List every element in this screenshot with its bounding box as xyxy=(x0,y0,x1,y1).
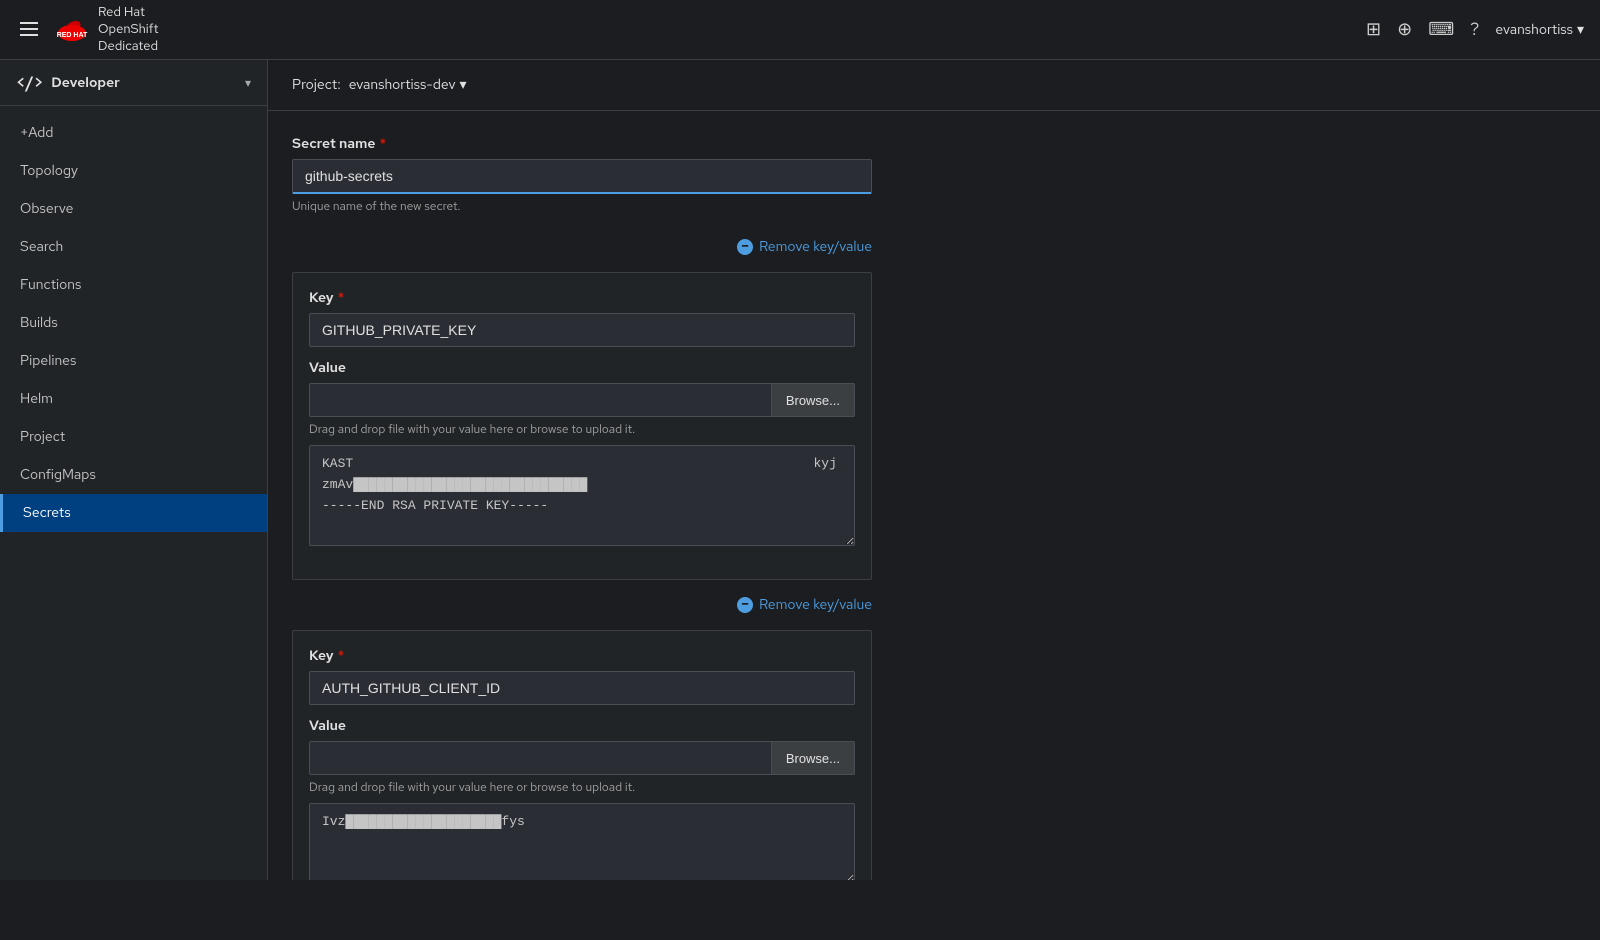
project-label: Project: xyxy=(292,76,341,94)
user-menu[interactable]: evanshortiss ▾ xyxy=(1495,21,1584,39)
value2-browse-row: Browse... xyxy=(309,741,855,775)
sidebar-item-functions[interactable]: Functions xyxy=(0,266,267,304)
sidebar-item-pipelines[interactable]: Pipelines xyxy=(0,342,267,380)
secret-name-label: Secret name * xyxy=(292,135,1144,153)
sidebar: </> Developer ▾ +Add Topology Observe Se… xyxy=(0,60,268,880)
key-value-pair-2: − Remove key/value Key * xyxy=(292,596,1144,880)
value1-browse-row: Browse... xyxy=(309,383,855,417)
value-row-1: Value Browse... Drag and drop file with … xyxy=(309,359,855,551)
value1-textarea[interactable]: KAST kyj zmAv<span style="background:red… xyxy=(309,445,855,546)
terminal-icon[interactable]: ⌨ xyxy=(1428,18,1454,41)
key2-input[interactable] xyxy=(309,671,855,705)
sidebar-context-label: Developer xyxy=(51,74,120,92)
brand: RED HAT Red Hat OpenShift Dedicated xyxy=(54,4,159,55)
svg-text:RED HAT: RED HAT xyxy=(57,32,88,39)
form-area: Secret name * Unique name of the new sec… xyxy=(268,111,1168,880)
apps-icon[interactable]: ⊞ xyxy=(1366,18,1381,41)
value2-label: Value xyxy=(309,717,855,735)
top-nav: RED HAT Red Hat OpenShift Dedicated ⊞ ⊕ … xyxy=(0,0,1600,60)
key2-label: Key * xyxy=(309,647,855,665)
value1-browse-button[interactable]: Browse... xyxy=(772,383,855,417)
help-icon[interactable]: ? xyxy=(1470,18,1479,41)
sidebar-item-add[interactable]: +Add xyxy=(0,114,267,152)
chevron-down-icon: ▾ xyxy=(245,75,251,91)
sidebar-item-secrets[interactable]: Secrets xyxy=(0,494,267,532)
remove-key-value-1[interactable]: − Remove key/value xyxy=(292,238,872,256)
redhat-logo: RED HAT xyxy=(54,11,90,47)
sidebar-item-configmaps[interactable]: ConfigMaps xyxy=(0,456,267,494)
key1-label: Key * xyxy=(309,289,855,307)
value2-drag-hint: Drag and drop file with your value here … xyxy=(309,779,855,795)
value-row-2: Value Browse... Drag and drop file with … xyxy=(309,717,855,880)
project-name: evanshortiss-dev xyxy=(349,76,456,94)
secret-name-section: Secret name * Unique name of the new sec… xyxy=(292,135,1144,214)
secret-name-input[interactable] xyxy=(292,159,872,194)
sidebar-item-topology[interactable]: Topology xyxy=(0,152,267,190)
value2-browse-button[interactable]: Browse... xyxy=(772,741,855,775)
project-bar: Project: evanshortiss-dev ▾ xyxy=(268,60,1600,111)
main-content: Project: evanshortiss-dev ▾ Secret name … xyxy=(268,60,1600,880)
kv-section-2: Key * Value Browse... xyxy=(292,630,872,880)
sidebar-item-project[interactable]: Project xyxy=(0,418,267,456)
sidebar-item-search[interactable]: Search xyxy=(0,228,267,266)
brand-text: Red Hat OpenShift Dedicated xyxy=(98,4,159,55)
sidebar-context-switcher[interactable]: </> Developer ▾ xyxy=(0,60,267,106)
sidebar-item-observe[interactable]: Observe xyxy=(0,190,267,228)
user-chevron-icon: ▾ xyxy=(1577,21,1584,39)
key-row-1: Key * xyxy=(309,289,855,347)
key-value-pair-1: − Remove key/value Key * xyxy=(292,238,1144,580)
hamburger-menu[interactable] xyxy=(16,18,42,40)
value1-file-input[interactable] xyxy=(309,383,772,417)
value1-drag-hint: Drag and drop file with your value here … xyxy=(309,421,855,437)
sidebar-item-helm[interactable]: Helm xyxy=(0,380,267,418)
key-row-2: Key * xyxy=(309,647,855,705)
add-icon[interactable]: ⊕ xyxy=(1397,18,1412,41)
developer-icon: </> xyxy=(16,72,43,93)
sidebar-nav: +Add Topology Observe Search Functions B… xyxy=(0,106,267,540)
remove-key-value-2[interactable]: − Remove key/value xyxy=(292,596,872,614)
minus-circle-icon-2: − xyxy=(737,597,753,613)
key1-required: * xyxy=(338,289,345,307)
required-indicator: * xyxy=(380,135,387,153)
project-dropdown-icon: ▾ xyxy=(460,76,467,94)
project-dropdown[interactable]: evanshortiss-dev ▾ xyxy=(349,76,467,94)
secret-name-hint: Unique name of the new secret. xyxy=(292,198,1144,214)
value2-file-input[interactable] xyxy=(309,741,772,775)
value1-textarea-container: KAST kyj zmAv<span style="background:red… xyxy=(309,445,855,551)
key1-input[interactable] xyxy=(309,313,855,347)
value1-label: Value xyxy=(309,359,855,377)
username: evanshortiss xyxy=(1495,21,1573,39)
key2-required: * xyxy=(338,647,345,665)
layout: </> Developer ▾ +Add Topology Observe Se… xyxy=(0,60,1600,880)
value2-textarea[interactable] xyxy=(309,803,855,880)
sidebar-item-builds[interactable]: Builds xyxy=(0,304,267,342)
minus-circle-icon-1: − xyxy=(737,239,753,255)
kv-section-1: Key * Value Browse... xyxy=(292,272,872,580)
